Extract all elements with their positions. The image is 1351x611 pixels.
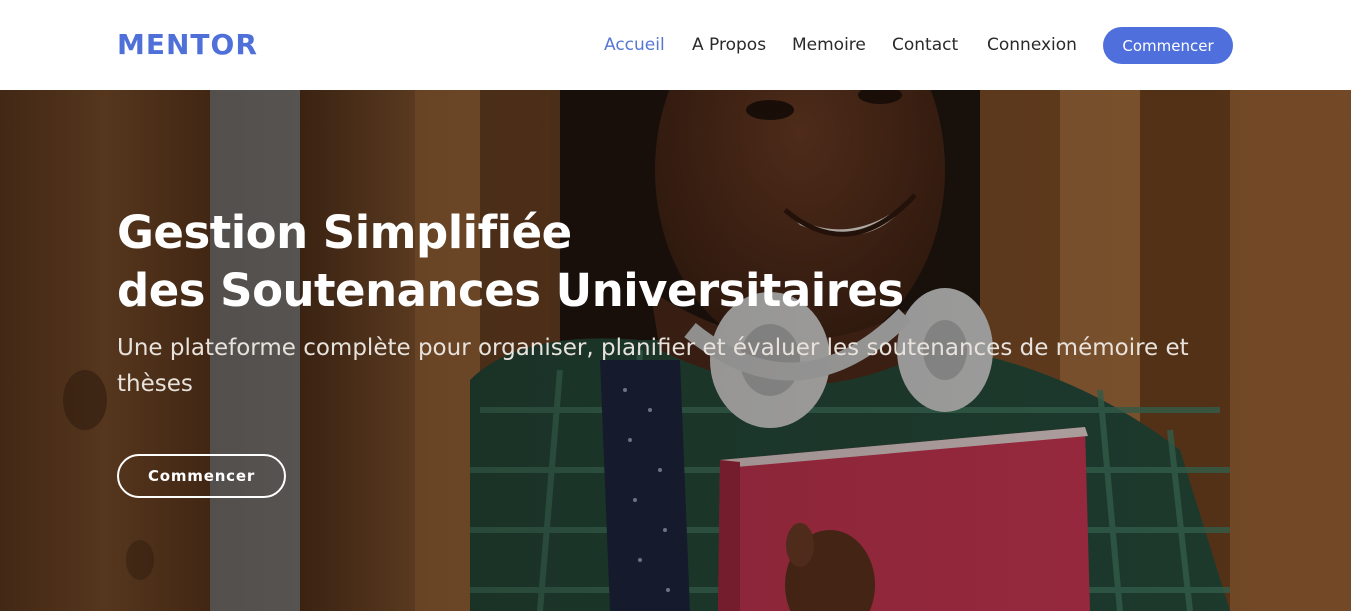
- hero-title: Gestion Simplifiée des Soutenances Unive…: [117, 204, 1017, 320]
- nav-link-a-propos[interactable]: A Propos: [692, 35, 766, 55]
- hero-title-line-1: Gestion Simplifiée: [117, 206, 572, 259]
- nav-link-connexion[interactable]: Connexion: [987, 35, 1077, 55]
- hero-section: Gestion Simplifiée des Soutenances Unive…: [0, 90, 1351, 611]
- header-commencer-button[interactable]: Commencer: [1103, 27, 1233, 64]
- nav-link-memoire[interactable]: Memoire: [792, 35, 866, 55]
- hero-subtitle: Une plateforme complète pour organiser, …: [117, 335, 1189, 397]
- hero-title-line-2: des Soutenances Universitaires: [117, 264, 904, 317]
- nav-link-contact[interactable]: Contact: [892, 35, 958, 55]
- brand-logo[interactable]: MENTOR: [117, 28, 258, 61]
- hero-commencer-button[interactable]: Commencer: [117, 454, 286, 498]
- site-header: MENTOR Accueil A Propos Memoire Contact …: [0, 0, 1351, 90]
- nav-link-accueil[interactable]: Accueil: [604, 35, 665, 55]
